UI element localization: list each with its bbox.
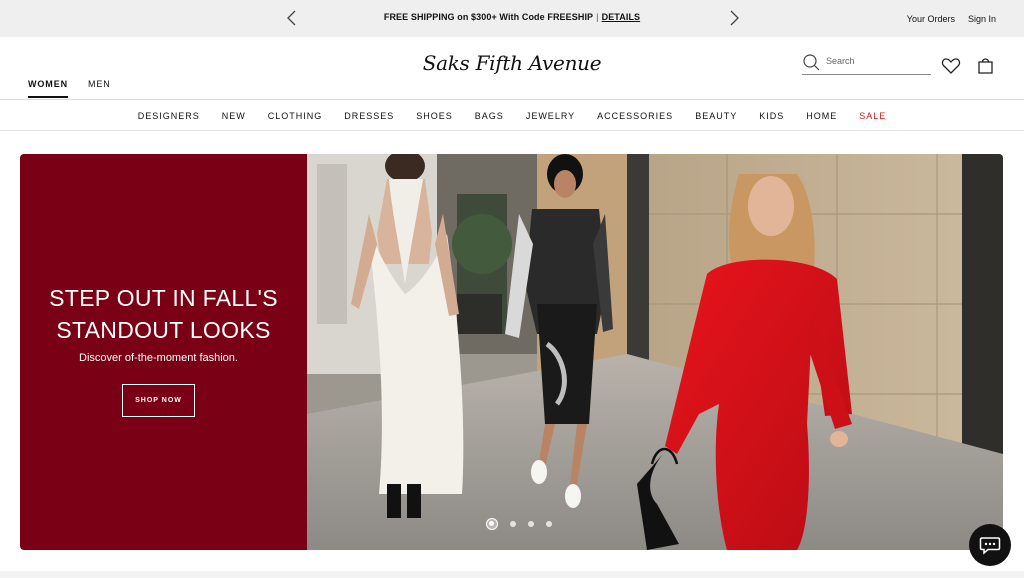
site-header: WOMEN MEN Saks Fifth Avenue xyxy=(0,37,1024,100)
nav-accessories[interactable]: ACCESSORIES xyxy=(597,111,673,121)
carousel-dot-4[interactable] xyxy=(546,521,552,527)
shopping-bag-icon[interactable] xyxy=(976,55,995,75)
hero-title-line-1: STEP OUT IN FALL'S xyxy=(49,285,278,311)
promo-details-link[interactable]: DETAILS xyxy=(602,12,641,22)
sign-in-link[interactable]: Sign In xyxy=(968,14,996,24)
search-box[interactable] xyxy=(802,53,931,75)
page-bottom-divider xyxy=(0,571,1024,578)
heart-icon[interactable] xyxy=(941,57,961,75)
promo-separator: | xyxy=(596,12,599,22)
gender-tabs: WOMEN MEN xyxy=(28,79,111,98)
your-orders-link[interactable]: Your Orders xyxy=(907,14,955,24)
hero-title: STEP OUT IN FALL'S STANDOUT LOOKS xyxy=(20,282,307,346)
hero-subtitle: Discover of-the-moment fashion. xyxy=(79,352,238,364)
search-icon xyxy=(803,54,820,71)
hero-text-panel: STEP OUT IN FALL'S STANDOUT LOOKS Discov… xyxy=(20,154,307,550)
nav-home[interactable]: HOME xyxy=(806,111,837,121)
carousel-dots xyxy=(486,518,552,530)
nav-bags[interactable]: BAGS xyxy=(475,111,504,121)
hero-title-line-2: STANDOUT LOOKS xyxy=(56,317,271,343)
promo-text: FREE SHIPPING on $300+ With Code FREESHI… xyxy=(383,12,594,22)
nav-designers[interactable]: DESIGNERS xyxy=(138,111,200,121)
carousel-dot-2[interactable] xyxy=(510,521,516,527)
promo-bar: FREE SHIPPING on $300+ With Code FREESHI… xyxy=(0,0,1024,37)
chat-bubble-icon xyxy=(979,537,1001,555)
nav-beauty[interactable]: BEAUTY xyxy=(695,111,737,121)
nav-new[interactable]: NEW xyxy=(222,111,246,121)
nav-kids[interactable]: KIDS xyxy=(759,111,784,121)
category-nav: DESIGNERS NEW CLOTHING DRESSES SHOES BAG… xyxy=(0,101,1024,131)
utility-links: Your Orders Sign In xyxy=(907,14,996,24)
nav-sale[interactable]: SALE xyxy=(859,111,886,121)
nav-clothing[interactable]: CLOTHING xyxy=(268,111,323,121)
chat-button[interactable] xyxy=(969,524,1011,566)
carousel-dot-3[interactable] xyxy=(528,521,534,527)
nav-jewelry[interactable]: JEWELRY xyxy=(526,111,575,121)
hero-banner[interactable]: STEP OUT IN FALL'S STANDOUT LOOKS Discov… xyxy=(20,154,1003,550)
shop-now-button[interactable]: SHOP NOW xyxy=(122,384,195,417)
chevron-right-icon[interactable] xyxy=(724,8,744,28)
search-input[interactable] xyxy=(826,56,926,66)
nav-dresses[interactable]: DRESSES xyxy=(344,111,394,121)
tab-men[interactable]: MEN xyxy=(88,79,111,98)
promo-message: FREE SHIPPING on $300+ With Code FREESHI… xyxy=(0,12,1024,22)
hero-photo xyxy=(307,154,1003,550)
nav-shoes[interactable]: SHOES xyxy=(416,111,453,121)
tab-women[interactable]: WOMEN xyxy=(28,79,68,98)
carousel-dot-1[interactable] xyxy=(486,518,498,530)
